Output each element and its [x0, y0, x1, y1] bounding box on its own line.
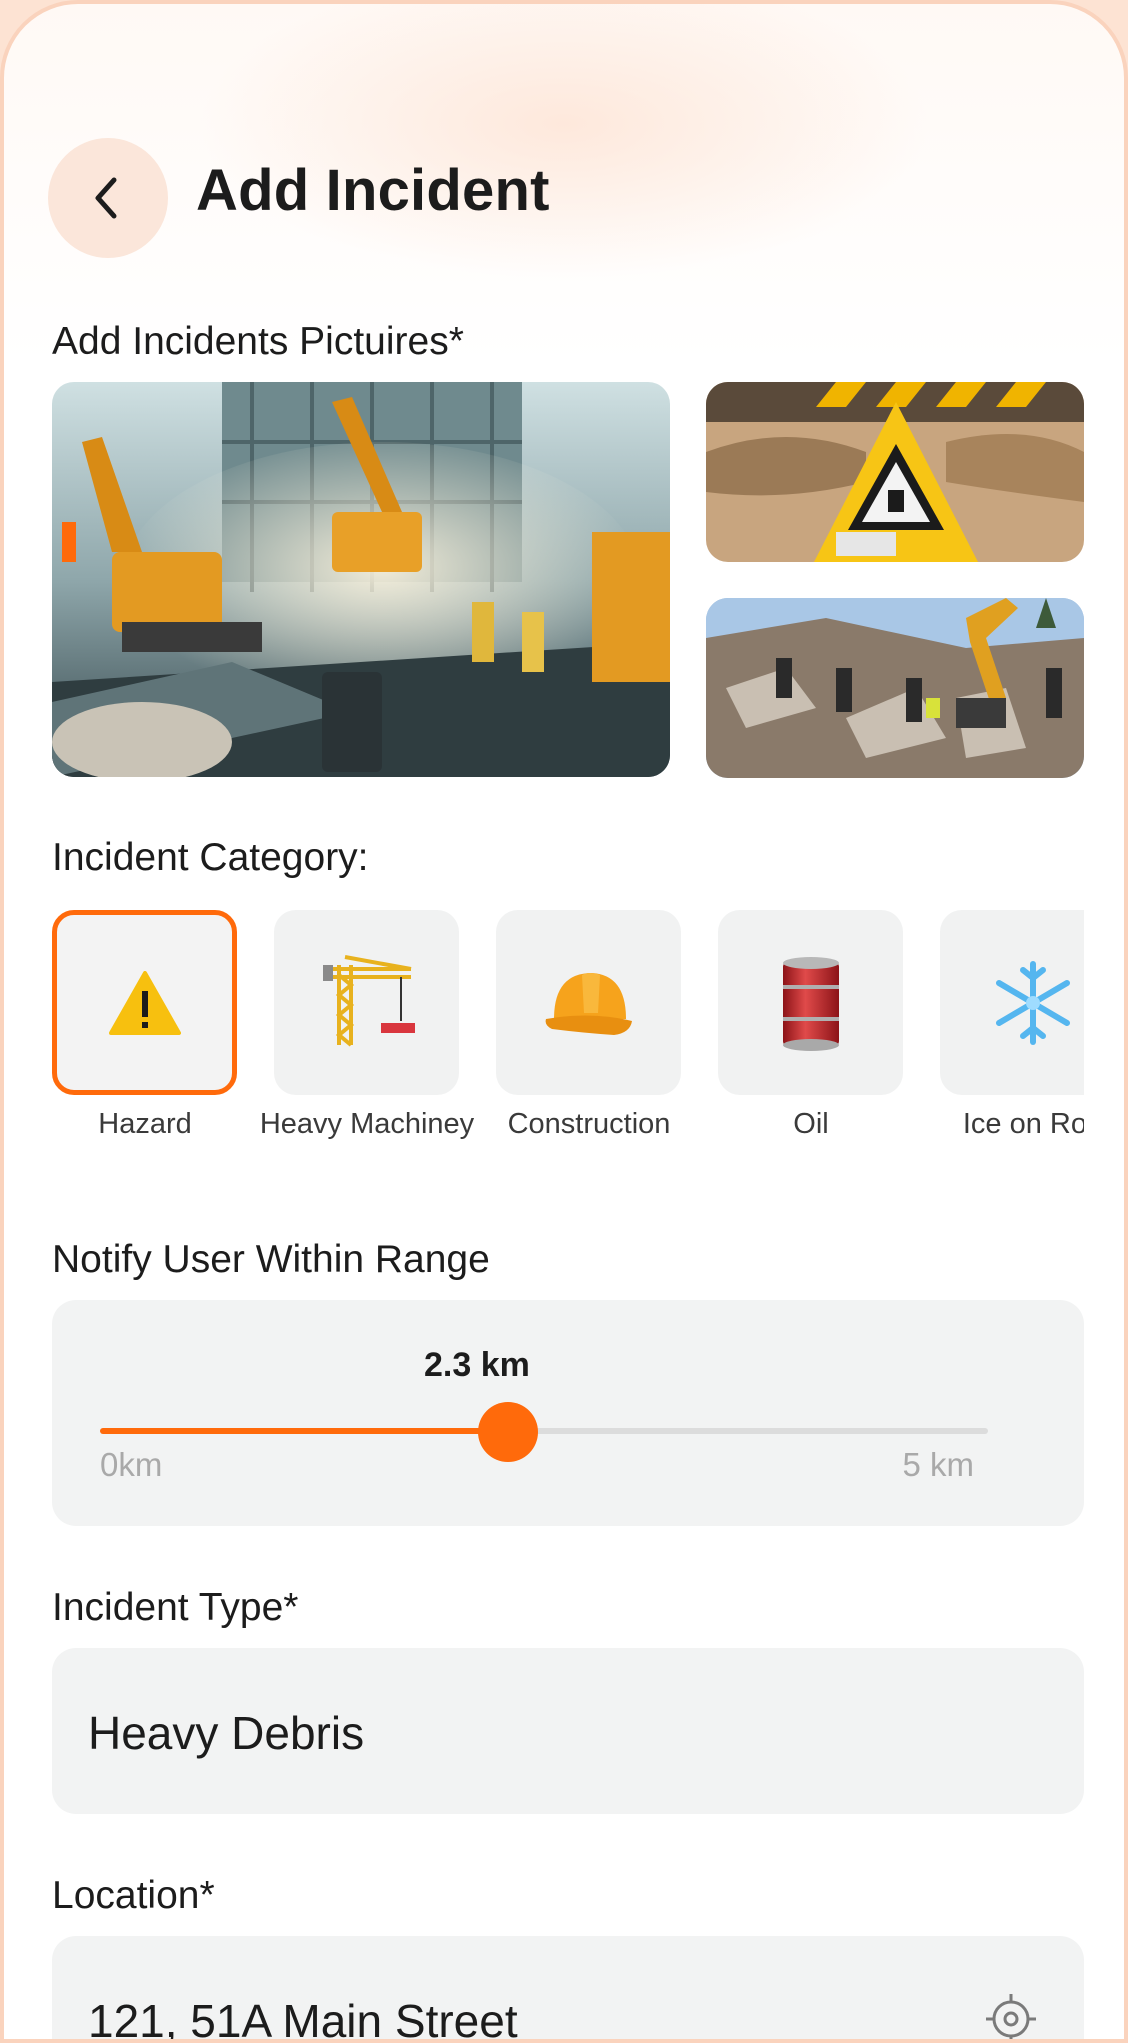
category-label-heavy-machinery: Heavy Machiney: [259, 1108, 475, 1140]
snowflake-icon: [995, 960, 1070, 1045]
category-ice-on-road[interactable]: [940, 910, 1084, 1095]
location-label: Location*: [52, 1874, 215, 1917]
location-value: 121, 51A Main Street: [88, 1995, 518, 2043]
category-label-ice-on-road: Ice on Roa: [962, 1108, 1084, 1140]
range-fill: [100, 1428, 509, 1434]
range-label: Notify User Within Range: [52, 1238, 490, 1281]
incident-type-value: Heavy Debris: [88, 1707, 365, 1759]
category-label-oil: Oil: [793, 1108, 829, 1140]
range-panel: [52, 1300, 1084, 1526]
category-hazard[interactable]: [52, 910, 237, 1095]
category-construction[interactable]: [496, 910, 681, 1095]
category-oil[interactable]: [718, 910, 903, 1095]
screen: Add Incident Add Incidents Pictuires* In…: [0, 0, 1128, 2043]
warning-icon: [108, 970, 181, 1035]
category-label-construction: Construction: [507, 1108, 671, 1140]
oil-barrel-icon: [782, 956, 839, 1051]
locate-icon[interactable]: [984, 1992, 1038, 2043]
range-min-label: 0km: [100, 1446, 163, 1483]
range-max-label: 5 km: [902, 1446, 974, 1483]
crane-icon: [322, 954, 415, 1047]
incident-type-label: Incident Type*: [52, 1586, 299, 1629]
category-label-hazard: Hazard: [98, 1108, 192, 1140]
range-value: 2.3 km: [424, 1346, 530, 1384]
category-heavy-machinery[interactable]: [274, 910, 459, 1095]
hard-hat-icon: [545, 972, 632, 1035]
